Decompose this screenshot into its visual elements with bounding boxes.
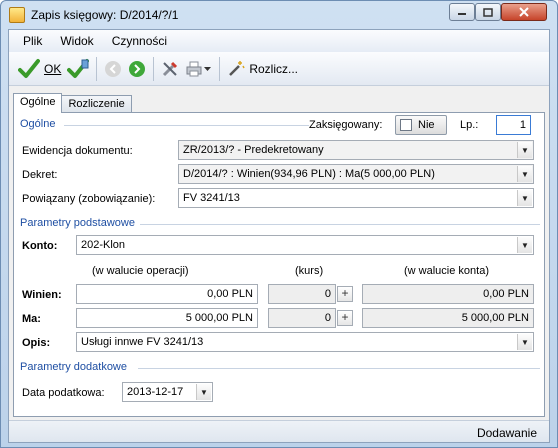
toolbar-separator bbox=[153, 56, 155, 81]
menu-czynnosci[interactable]: Czynności bbox=[104, 34, 175, 48]
close-button[interactable] bbox=[501, 3, 547, 21]
menu-plik[interactable]: Plik bbox=[15, 34, 50, 48]
plus-icon: + bbox=[341, 286, 349, 300]
section-title-podstawowe: Parametry podstawowe bbox=[20, 217, 135, 229]
section-divider bbox=[138, 368, 540, 369]
tab-ogolne[interactable]: Ogólne bbox=[13, 93, 63, 113]
ewidencja-select[interactable]: ZR/2013/? - Predekretowany ▼ bbox=[178, 140, 534, 160]
dekret-label: Dekret: bbox=[22, 169, 58, 181]
tools-button[interactable] bbox=[158, 56, 182, 82]
chevron-down-icon[interactable]: ▼ bbox=[517, 142, 532, 158]
ma-kurs-plus-button[interactable]: + bbox=[337, 310, 353, 326]
forward-arrow-icon bbox=[129, 60, 146, 77]
plus-icon: + bbox=[341, 310, 349, 324]
magic-wand-icon bbox=[229, 60, 246, 76]
check-icon bbox=[18, 58, 40, 78]
minimize-icon bbox=[458, 13, 466, 15]
konto-label: Konto: bbox=[22, 240, 58, 252]
winien-input[interactable]: 0,00 PLN bbox=[76, 284, 258, 304]
toolbar-separator bbox=[96, 56, 98, 81]
ma-input[interactable]: 5 000,00 PLN bbox=[76, 308, 258, 328]
back-button[interactable] bbox=[101, 56, 125, 82]
status-text: Dodawanie bbox=[476, 426, 537, 440]
col-header-konta: (w walucie konta) bbox=[404, 265, 489, 277]
ok-button[interactable]: OK bbox=[15, 56, 64, 82]
ok-label: OK bbox=[44, 61, 62, 76]
tools-icon bbox=[163, 61, 178, 76]
section-divider bbox=[64, 125, 309, 126]
window-title: Zapis księgowy: D/2014/?/1 bbox=[31, 8, 179, 22]
konto-select[interactable]: 202-Klon ▼ bbox=[76, 235, 534, 255]
tab-strip: Ogólne Rozliczenie bbox=[13, 93, 132, 113]
minimize-button[interactable] bbox=[449, 3, 475, 21]
chevron-down-icon[interactable]: ▼ bbox=[517, 190, 532, 206]
ewidencja-label: Ewidencja dokumentu: bbox=[22, 145, 133, 157]
ewidencja-value: ZR/2013/? - Predekretowany bbox=[183, 144, 324, 156]
col-header-operacji: (w walucie operacji) bbox=[92, 265, 189, 277]
app-icon bbox=[9, 7, 25, 23]
winien-konta-field: 0,00 PLN bbox=[362, 284, 534, 304]
app-window: Zapis księgowy: D/2014/?/1 Plik Widok Cz… bbox=[0, 0, 558, 448]
tab-rozliczenie[interactable]: Rozliczenie bbox=[61, 95, 132, 113]
chevron-down-icon[interactable]: ▼ bbox=[517, 166, 532, 182]
ok-and-new-button[interactable] bbox=[64, 56, 92, 82]
check-new-icon bbox=[67, 58, 90, 78]
konto-value: 202-Klon bbox=[81, 239, 126, 251]
opis-label: Opis: bbox=[22, 337, 51, 349]
back-arrow-icon bbox=[105, 60, 122, 77]
maximize-button[interactable] bbox=[475, 3, 501, 21]
dekret-select[interactable]: D/2014/? : Winien(934,96 PLN) : Ma(5 000… bbox=[178, 164, 534, 184]
ma-label: Ma: bbox=[22, 313, 41, 325]
zaksiegowany-label: Zaksięgowany: bbox=[309, 119, 383, 131]
chevron-down-icon[interactable]: ▼ bbox=[517, 334, 532, 350]
chevron-down-icon[interactable]: ▼ bbox=[517, 237, 532, 253]
lp-label: Lp.: bbox=[460, 119, 479, 131]
menu-widok[interactable]: Widok bbox=[52, 34, 101, 48]
rozlicz-button[interactable]: Rozlicz... bbox=[224, 56, 301, 82]
section-title-ogolne: Ogólne bbox=[20, 118, 56, 130]
opis-select[interactable]: Usługi innwe FV 3241/13 ▼ bbox=[76, 332, 534, 352]
ma-kurs-input[interactable]: 0 bbox=[268, 308, 336, 328]
zaksiegowany-checkbox bbox=[400, 119, 412, 131]
toolbar: OK Rozlicz... bbox=[9, 52, 549, 86]
powiazany-select[interactable]: FV 3241/13 ▼ bbox=[178, 188, 534, 208]
menu-bar: Plik Widok Czynności bbox=[9, 30, 549, 52]
winien-kurs-input[interactable]: 0 bbox=[268, 284, 336, 304]
winien-label: Winien: bbox=[22, 289, 62, 301]
lp-input[interactable]: 1 bbox=[496, 115, 531, 135]
client-area: Plik Widok Czynności OK Rozlicz... Ogóln… bbox=[8, 29, 550, 443]
zaksiegowany-toggle[interactable]: Nie bbox=[395, 115, 447, 135]
tab-panel-ogolne: Ogólne Zaksięgowany: Nie Lp.: 1 Ewidencj… bbox=[13, 112, 545, 417]
ma-konta-field: 5 000,00 PLN bbox=[362, 308, 534, 328]
dekret-value: D/2014/? : Winien(934,96 PLN) : Ma(5 000… bbox=[183, 168, 435, 180]
maximize-icon bbox=[483, 7, 493, 17]
toolbar-separator bbox=[219, 56, 221, 81]
close-icon bbox=[519, 7, 529, 17]
data-podatkowa-picker[interactable]: 2013-12-17 ▼ bbox=[122, 382, 213, 402]
title-bar[interactable]: Zapis księgowy: D/2014/?/1 bbox=[1, 1, 557, 29]
powiazany-label: Powiązany (zobowiązanie): bbox=[22, 193, 156, 205]
chevron-down-icon bbox=[204, 67, 212, 71]
rozlicz-label: Rozlicz... bbox=[249, 61, 299, 76]
powiazany-value: FV 3241/13 bbox=[183, 192, 240, 204]
printer-icon bbox=[186, 61, 202, 76]
forward-button[interactable] bbox=[125, 56, 149, 82]
opis-value: Usługi innwe FV 3241/13 bbox=[81, 336, 204, 348]
data-podatkowa-label: Data podatkowa: bbox=[22, 387, 105, 399]
col-header-kurs: (kurs) bbox=[295, 265, 324, 277]
chevron-down-icon[interactable]: ▼ bbox=[196, 384, 211, 400]
zaksiegowany-value: Nie bbox=[418, 119, 435, 131]
winien-kurs-plus-button[interactable]: + bbox=[337, 286, 353, 302]
status-bar: Dodawanie bbox=[9, 420, 549, 442]
section-title-dodatkowe: Parametry dodatkowe bbox=[20, 361, 127, 373]
data-podatkowa-value: 2013-12-17 bbox=[127, 386, 184, 398]
section-divider bbox=[140, 224, 540, 225]
print-button[interactable] bbox=[182, 56, 215, 82]
